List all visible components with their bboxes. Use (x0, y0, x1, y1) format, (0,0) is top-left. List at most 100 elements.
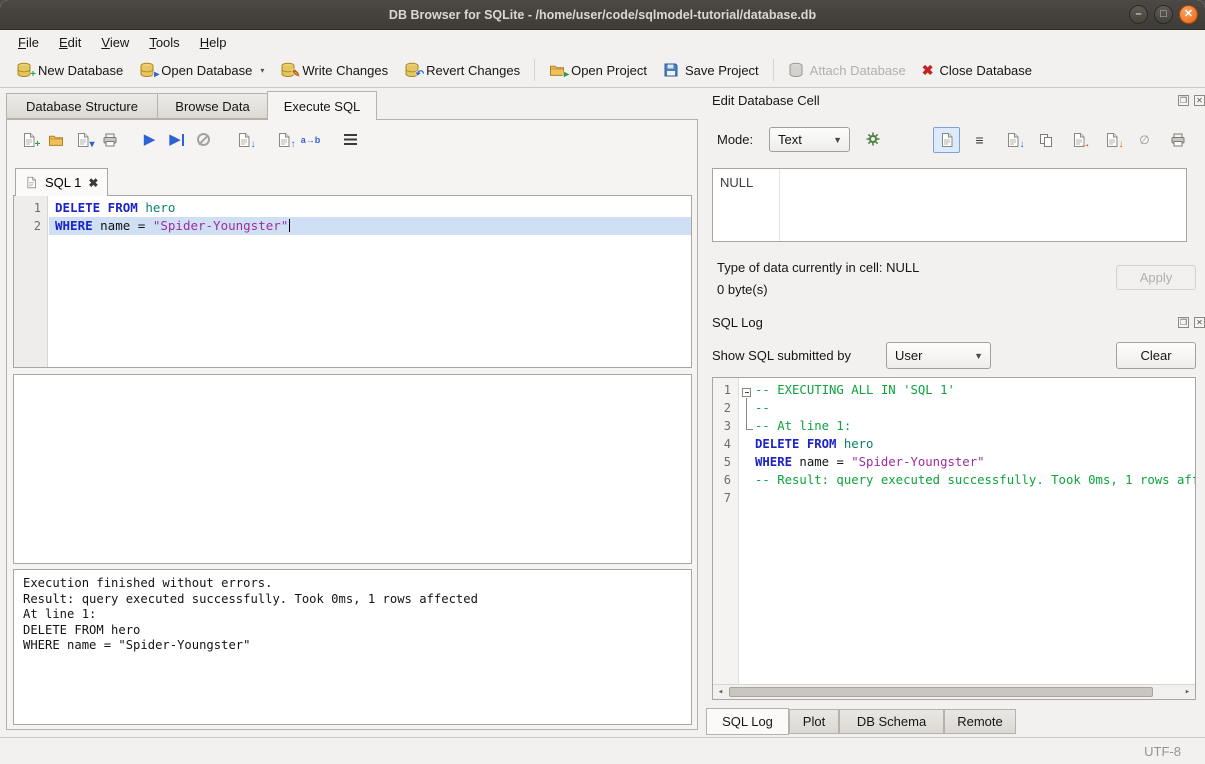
cell-value: NULL (720, 175, 753, 190)
print-cell-button[interactable] (1164, 127, 1191, 153)
export-results-button[interactable]: ↓ (230, 127, 257, 152)
close-database-button[interactable]: ✖ Close Database (914, 57, 1040, 84)
auto-apply-button[interactable] (859, 126, 886, 152)
menu-help[interactable]: Help (190, 33, 237, 52)
editor-line-current: WHERE name = "Spider-Youngster" (49, 217, 691, 235)
open-database-dropdown-icon[interactable]: ▾ (260, 66, 264, 78)
log-line: DELETE FROM hero (755, 435, 1195, 453)
execute-all-button[interactable]: ▶ (136, 127, 163, 152)
dock-tab-label: DB Schema (857, 714, 926, 729)
log-filter-combobox[interactable]: User ▼ (886, 342, 991, 369)
word-wrap-button[interactable]: ≡ (966, 127, 993, 153)
title-bar[interactable]: DB Browser for SQLite - /home/user/code/… (0, 0, 1205, 30)
tab-database-structure-label: Database Structure (26, 99, 138, 114)
set-null-icon: ∅ (1139, 133, 1149, 147)
print-sql-button[interactable] (96, 127, 123, 152)
import-cell-data-button[interactable]: ↓ (999, 127, 1026, 153)
cell-value-editor[interactable]: NULL (712, 168, 1187, 242)
save-sql-file-button[interactable]: ▾ (69, 127, 96, 152)
apply-button: Apply (1116, 265, 1196, 290)
minimize-button[interactable]: – (1129, 5, 1148, 24)
execution-message-log[interactable]: Execution finished without errors. Resul… (13, 569, 692, 725)
clear-log-button[interactable]: Clear (1116, 342, 1196, 369)
open-sql-in-tab-button[interactable]: + (15, 127, 42, 152)
mode-combobox[interactable]: Text ▼ (769, 127, 850, 152)
open-project-button[interactable]: ▸ Open Project (541, 57, 655, 83)
edit-cell-dock-title: Edit Database Cell (712, 93, 820, 108)
export-cell-data-button[interactable]: → (1065, 127, 1092, 153)
menu-tools[interactable]: Tools (139, 33, 189, 52)
sql-editor[interactable]: 1 2 DELETE FROM hero WHERE name = "Spide… (13, 195, 692, 368)
open-database-label: Open Database (161, 63, 252, 78)
open-project-icon: ▸ (549, 62, 565, 78)
execute-current-line-button[interactable]: ▶ (163, 127, 190, 152)
save-project-button[interactable]: Save Project (655, 57, 767, 83)
text-view-button[interactable] (933, 127, 960, 153)
fold-collapse-icon[interactable] (742, 388, 751, 397)
open-sql-file-button[interactable] (42, 127, 69, 152)
log-line: WHERE name = "Spider-Youngster" (755, 453, 1195, 471)
save-cell-data-button[interactable]: ↓ (1098, 127, 1125, 153)
save-results-icon: ↑ (276, 132, 292, 148)
save-results-button[interactable]: ↑ (270, 127, 297, 152)
execute-sql-panel: + ▾ ▶ ▶ (6, 119, 698, 730)
message-line: DELETE FROM hero (23, 623, 682, 639)
log-filter-label: Show SQL submitted by (712, 348, 851, 363)
attach-database-icon (788, 62, 804, 78)
results-grid[interactable] (13, 374, 692, 564)
dock-tab-db-schema[interactable]: DB Schema (839, 709, 944, 734)
apply-button-label: Apply (1140, 270, 1173, 285)
open-database-button[interactable]: ▸ Open Database ▾ (131, 57, 272, 83)
set-null-button[interactable]: ∅ (1131, 127, 1158, 153)
tab-browse-data[interactable]: Browse Data (157, 93, 268, 119)
sql-editor-tab[interactable]: SQL 1 ✖ (15, 168, 108, 196)
find-replace-icon: a→b (301, 135, 321, 145)
close-tab-icon[interactable]: ✖ (88, 176, 98, 190)
message-line: Result: query executed successfully. Too… (23, 592, 682, 608)
tab-execute-sql[interactable]: Execute SQL (267, 91, 377, 120)
find-replace-button[interactable]: a→b (297, 127, 324, 152)
menu-file[interactable]: File (8, 33, 49, 52)
attach-database-button: Attach Database (780, 57, 914, 83)
mode-label: Mode: (717, 132, 753, 147)
menu-view[interactable]: View (91, 33, 139, 52)
line-number: 2 (14, 217, 47, 235)
maximize-button[interactable]: □ (1154, 5, 1173, 24)
dock-tab-remote[interactable]: Remote (944, 709, 1016, 734)
chevron-down-icon: ▼ (974, 351, 983, 361)
save-file-icon: ▾ (75, 132, 91, 148)
chevron-down-icon: ▼ (833, 135, 842, 145)
menu-bar: File Edit View Tools Help (0, 31, 1205, 53)
dock-tab-label: Plot (803, 714, 825, 729)
new-database-button[interactable]: + New Database (8, 57, 131, 83)
close-dock-icon[interactable]: ✕ (1194, 317, 1205, 328)
copy-cell-data-button[interactable] (1032, 127, 1059, 153)
scrollbar-thumb[interactable] (729, 687, 1153, 697)
scroll-right-icon[interactable]: ▸ (1180, 685, 1195, 699)
sql-log-dock-controls: ❐ ✕ (1178, 317, 1205, 328)
float-dock-icon[interactable]: ❐ (1178, 95, 1189, 106)
scroll-left-icon[interactable]: ◂ (713, 685, 728, 699)
message-line: Execution finished without errors. (23, 576, 682, 592)
format-sql-button[interactable] (337, 127, 364, 152)
close-button[interactable]: ✕ (1179, 5, 1198, 24)
log-line: -- EXECUTING ALL IN 'SQL 1' (755, 381, 1195, 399)
save-project-label: Save Project (685, 63, 759, 78)
sql-log-viewer[interactable]: 1 2 3 4 5 6 7 -- EXECUTING ALL IN 'SQL 1… (712, 377, 1196, 700)
mode-value: Text (778, 132, 802, 147)
close-dock-icon[interactable]: ✕ (1194, 95, 1205, 106)
new-database-icon: + (16, 62, 32, 78)
editor-line: DELETE FROM hero (49, 199, 691, 217)
dock-tab-sql-log[interactable]: SQL Log (706, 708, 789, 735)
revert-changes-button[interactable]: ↶ Revert Changes (396, 57, 528, 83)
revert-changes-label: Revert Changes (426, 63, 520, 78)
write-changes-button[interactable]: ✎ Write Changes (272, 57, 396, 83)
dock-tab-plot[interactable]: Plot (789, 709, 839, 734)
sql-editor-tab-label: SQL 1 (45, 175, 81, 190)
horizontal-scrollbar[interactable]: ◂ ▸ (713, 684, 1195, 699)
tab-database-structure[interactable]: Database Structure (6, 93, 158, 119)
float-dock-icon[interactable]: ❐ (1178, 317, 1189, 328)
menu-edit[interactable]: Edit (49, 33, 91, 52)
play-to-line-icon: ▶ (169, 132, 181, 147)
open-database-icon: ▸ (139, 62, 155, 78)
